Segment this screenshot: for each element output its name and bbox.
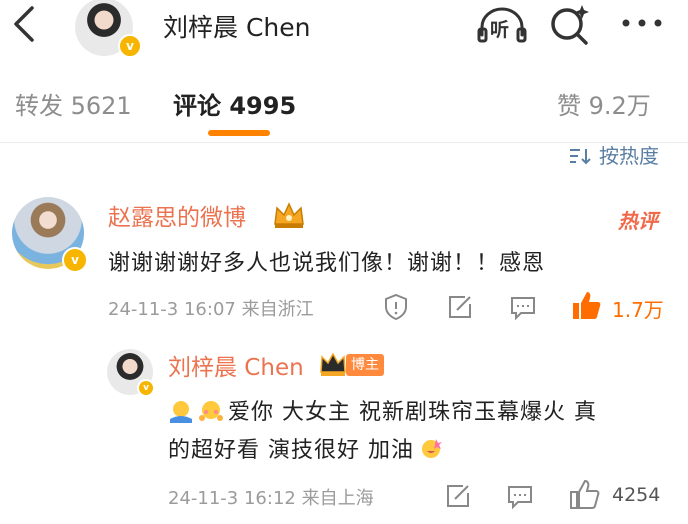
- comment-author[interactable]: 赵露思的微博: [108, 198, 246, 232]
- tab-repost[interactable]: 转发 5621: [15, 86, 132, 121]
- search-icon[interactable]: [548, 3, 594, 47]
- vip-crown-icon: [318, 350, 348, 378]
- reply-text: 爱你 大女主 祝新剧珠帘玉幕爆火 真: [228, 400, 597, 425]
- reply-author[interactable]: 刘梓晨 Chen: [168, 348, 304, 382]
- like-count: 1.7万: [612, 298, 664, 322]
- author-badge: 博主: [346, 354, 384, 376]
- crown-icon: [271, 200, 307, 230]
- header-avatar[interactable]: v: [72, 0, 142, 58]
- sort-icon: [569, 146, 591, 170]
- comment-meta: 24-11-3 16:07 来自浙江: [108, 299, 314, 320]
- reply-icon[interactable]: [508, 292, 538, 322]
- verified-badge-icon: v: [137, 379, 155, 397]
- tab-like[interactable]: 赞 9.2万: [557, 86, 651, 121]
- blush-hug-emoji-icon: [198, 399, 224, 429]
- share-icon[interactable]: [445, 292, 475, 322]
- like-count: 4254: [612, 484, 661, 506]
- verified-badge-icon: v: [118, 34, 142, 58]
- sort-toggle[interactable]: 按热度: [569, 140, 659, 170]
- listen-label: 听: [490, 19, 510, 41]
- hug-emoji-icon: [168, 399, 194, 429]
- sort-label: 按热度: [599, 144, 659, 168]
- reply-meta: 24-11-3 16:12 来自上海: [168, 488, 374, 509]
- reply-text-line2: 的超好看 演技很好 加油: [168, 432, 448, 467]
- tab-comment[interactable]: 评论 4995: [173, 86, 296, 121]
- active-tab-indicator: [208, 130, 270, 136]
- back-icon[interactable]: [8, 2, 44, 46]
- hot-comment-badge: 热评: [618, 209, 658, 233]
- comment-text: 谢谢谢谢好多人也说我们像！谢谢！！感恩: [108, 251, 546, 276]
- verified-badge-icon: v: [62, 247, 88, 273]
- reply-text-line1: 爱你 大女主 祝新剧珠帘玉幕爆火 真: [168, 394, 597, 429]
- share-icon[interactable]: [443, 481, 473, 511]
- like-icon[interactable]: [569, 289, 603, 323]
- like-icon[interactable]: [567, 478, 601, 512]
- listen-icon[interactable]: 听: [476, 5, 528, 45]
- reply-avatar[interactable]: v: [107, 349, 157, 397]
- reply-icon[interactable]: [505, 481, 535, 511]
- report-icon[interactable]: [381, 292, 411, 322]
- cheer-emoji-icon: [418, 437, 444, 467]
- more-icon[interactable]: [620, 8, 664, 38]
- comment-avatar[interactable]: v: [12, 197, 92, 275]
- header-title[interactable]: 刘梓晨 Chen: [163, 8, 310, 44]
- reply-text: 的超好看 演技很好 加油: [168, 438, 414, 463]
